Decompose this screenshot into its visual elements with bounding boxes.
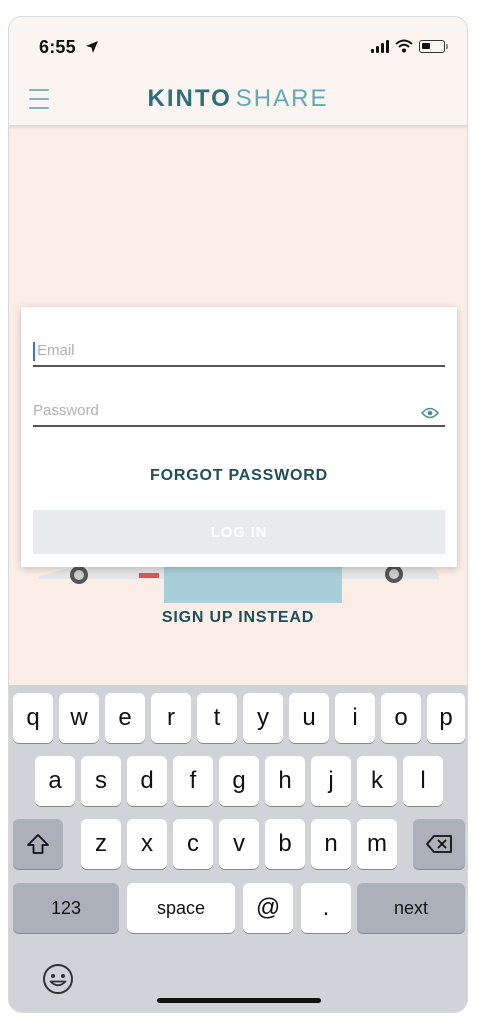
app-logo: KINTO SHARE: [9, 85, 467, 113]
next-key[interactable]: next: [357, 883, 465, 933]
key-n[interactable]: n: [311, 819, 351, 869]
key-o[interactable]: o: [381, 693, 421, 743]
key-w[interactable]: w: [59, 693, 99, 743]
key-f[interactable]: f: [173, 756, 213, 806]
key-g[interactable]: g: [219, 756, 259, 806]
key-v[interactable]: v: [219, 819, 259, 869]
email-placeholder: Email: [37, 342, 75, 359]
text-cursor: [33, 342, 35, 361]
backspace-key[interactable]: [413, 819, 465, 869]
password-field[interactable]: Password: [33, 397, 445, 427]
key-t[interactable]: t: [197, 693, 237, 743]
key-a[interactable]: a: [35, 756, 75, 806]
key-y[interactable]: y: [243, 693, 283, 743]
background-image-block: [164, 565, 342, 603]
key-k[interactable]: k: [357, 756, 397, 806]
key-s[interactable]: s: [81, 756, 121, 806]
sign-up-instead-link[interactable]: SIGN UP INSTEAD: [9, 609, 467, 627]
at-key[interactable]: @: [243, 883, 293, 933]
key-p[interactable]: p: [427, 693, 465, 743]
key-b[interactable]: b: [265, 819, 305, 869]
key-j[interactable]: j: [311, 756, 351, 806]
key-z[interactable]: z: [81, 819, 121, 869]
battery-icon: [419, 39, 448, 53]
time-label: 6:55: [39, 37, 76, 57]
cellular-signal-icon: [371, 39, 389, 53]
log-in-button[interactable]: LOG IN: [33, 510, 445, 554]
logo-share: SHARE: [235, 85, 329, 112]
phone-screen: 6:55 KINTO SHARE SIGN UP INSTEAD Email P…: [8, 16, 468, 1013]
wifi-icon: [395, 39, 413, 53]
key-c[interactable]: c: [173, 819, 213, 869]
logo-kinto: KINTO: [147, 85, 232, 112]
location-arrow-icon: [86, 41, 99, 53]
shift-key[interactable]: [13, 819, 63, 869]
backspace-icon: [426, 835, 452, 853]
forgot-password-link[interactable]: FORGOT PASSWORD: [21, 467, 457, 485]
dot-key[interactable]: .: [301, 883, 351, 933]
key-l[interactable]: l: [403, 756, 443, 806]
emoji-icon[interactable]: [42, 963, 74, 995]
status-icons: [371, 37, 448, 55]
key-u[interactable]: u: [289, 693, 329, 743]
numbers-key[interactable]: 123: [13, 883, 119, 933]
shift-icon: [27, 834, 49, 854]
space-key[interactable]: space: [127, 883, 235, 933]
keyboard: q w e r t y u i o p a s d f g h j k l z …: [9, 685, 467, 1012]
key-x[interactable]: x: [127, 819, 167, 869]
email-field[interactable]: Email: [33, 337, 445, 367]
key-q[interactable]: q: [13, 693, 53, 743]
login-card: Email Password FORGOT PASSWORD LOG IN: [21, 307, 457, 567]
key-e[interactable]: e: [105, 693, 145, 743]
key-h[interactable]: h: [265, 756, 305, 806]
password-placeholder: Password: [33, 402, 99, 419]
key-m[interactable]: m: [357, 819, 397, 869]
key-i[interactable]: i: [335, 693, 375, 743]
key-d[interactable]: d: [127, 756, 167, 806]
top-bar: 6:55 KINTO SHARE: [9, 17, 467, 125]
key-r[interactable]: r: [151, 693, 191, 743]
eye-icon[interactable]: [421, 407, 439, 419]
home-indicator[interactable]: [157, 998, 321, 1003]
status-time: 6:55: [39, 37, 99, 58]
